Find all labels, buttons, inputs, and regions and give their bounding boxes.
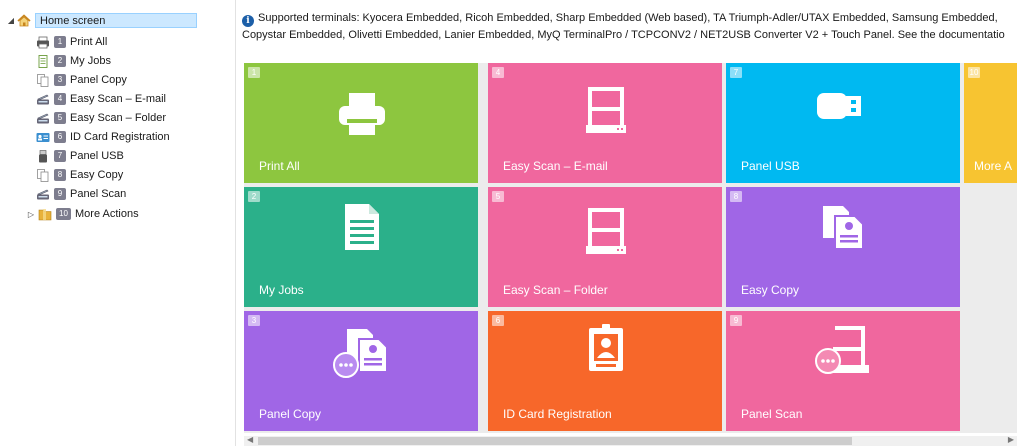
printer-icon: [339, 93, 385, 135]
tree-item-number: 6: [54, 131, 66, 143]
info-icon: i: [242, 15, 254, 27]
expand-arrow-icon[interactable]: ◢: [6, 16, 16, 25]
tree-item-more-actions[interactable]: ▷ 10 More Actions: [26, 205, 139, 223]
supported-terminals-info: i Supported terminals: Kyocera Embedded, …: [242, 10, 1032, 50]
tile-print-all[interactable]: 1 Print All: [244, 63, 478, 183]
tree-item-panel-usb[interactable]: 7 Panel USB: [36, 147, 124, 165]
tile-easy-scan-email[interactable]: 4 Easy Scan – E-mail: [488, 63, 722, 183]
tree-item-label: More Actions: [75, 208, 139, 220]
copy-icon: [823, 206, 864, 250]
tree-item-panel-scan[interactable]: 9 Panel Scan: [36, 185, 126, 203]
info-line-1: Supported terminals: Kyocera Embedded, R…: [258, 12, 998, 24]
tree-item-print-all[interactable]: 1 Print All: [36, 33, 107, 51]
tree-item-label: Easy Copy: [70, 169, 124, 181]
scanner-icon: [586, 208, 626, 254]
tile-label: Panel USB: [741, 159, 800, 173]
tree-item-number: 9: [54, 188, 66, 200]
home-icon: [17, 13, 31, 26]
tile-more-actions[interactable]: 10 More A: [964, 63, 1017, 183]
tree-item-number: 1: [54, 36, 66, 48]
printer-icon: [37, 36, 49, 48]
tile-number: 4: [492, 67, 504, 78]
tree-item-number: 4: [54, 93, 66, 105]
tile-number: 8: [730, 191, 742, 202]
tile-easy-copy[interactable]: 8 Easy Copy: [726, 187, 960, 307]
usb-icon: [817, 93, 861, 119]
tile-label: Easy Scan – E-mail: [503, 159, 608, 173]
tree-item-id-card-registration[interactable]: 6 ID Card Registration: [36, 128, 170, 146]
tile-panel-scan[interactable]: 9 Panel Scan: [726, 311, 960, 431]
tile-number: 5: [492, 191, 504, 202]
tile-panel-copy[interactable]: 3 Panel Copy: [244, 311, 478, 431]
tile-number: 9: [730, 315, 742, 326]
copy-icon: [37, 73, 49, 87]
scanner-icon: [586, 87, 626, 133]
tree-item-my-jobs[interactable]: 2 My Jobs: [36, 52, 111, 70]
tile-number: 6: [492, 315, 504, 326]
scroll-right-icon[interactable]: ▶: [1008, 435, 1014, 444]
tile-id-card-registration[interactable]: 6 ID Card Registration: [488, 311, 722, 431]
collapsed-arrow-icon[interactable]: ▷: [26, 210, 36, 219]
document-icon: [345, 204, 379, 250]
tile-label: More A: [974, 159, 1013, 173]
home-screen-tree: ◢ Home screen 1 Print All 2 My Jobs 3 Pa…: [0, 0, 236, 446]
scanner-icon: [37, 189, 49, 199]
tree-item-label: Easy Scan – Folder: [70, 112, 166, 124]
tree-root-label: Home screen: [35, 12, 197, 28]
tile-label: Panel Copy: [259, 407, 322, 421]
tile-easy-scan-folder[interactable]: 5 Easy Scan – Folder: [488, 187, 722, 307]
tree-item-label: Easy Scan – E-mail: [70, 93, 166, 105]
horizontal-scrollbar[interactable]: ◀ ▶: [244, 435, 1017, 446]
tree-item-label: Panel USB: [70, 150, 124, 162]
tile-number: 2: [248, 191, 260, 202]
info-line-2: Copystar Embedded, Olivetti Embedded, La…: [242, 29, 1005, 41]
tile-label: Panel Scan: [741, 407, 803, 421]
scrollbar-thumb[interactable]: [258, 437, 852, 445]
tree-item-number: 8: [54, 169, 66, 181]
tile-number: 7: [730, 67, 742, 78]
tile-panel-usb[interactable]: 7 Panel USB: [726, 63, 960, 183]
tree-item-label: Print All: [70, 36, 108, 48]
document-icon: [38, 54, 48, 68]
tile-number: 10: [968, 67, 980, 78]
id-card-icon: [589, 324, 623, 371]
tile-number: 1: [248, 67, 260, 78]
tree-item-label: ID Card Registration: [70, 131, 170, 143]
tile-label: Easy Scan – Folder: [503, 283, 608, 297]
tree-item-label: Panel Scan: [70, 188, 127, 200]
tree-item-number: 7: [54, 150, 66, 162]
tree-item-label: My Jobs: [70, 55, 111, 67]
tree-item-number: 3: [54, 74, 66, 86]
tile-my-jobs[interactable]: 2 My Jobs: [244, 187, 478, 307]
tile-label: My Jobs: [259, 283, 304, 297]
usb-icon: [39, 149, 47, 162]
scroll-left-icon[interactable]: ◀: [247, 435, 253, 444]
panel-copy-icon: [333, 329, 388, 378]
tree-root-home-screen[interactable]: ◢ Home screen: [6, 11, 197, 29]
copy-icon: [37, 168, 49, 182]
tile-number: 3: [248, 315, 260, 326]
tree-item-easy-scan-email[interactable]: 4 Easy Scan – E-mail: [36, 90, 166, 108]
id-card-icon: [36, 132, 50, 142]
tile-label: Print All: [259, 159, 300, 173]
tree-item-number: 10: [56, 208, 71, 220]
tree-item-easy-copy[interactable]: 8 Easy Copy: [36, 166, 123, 184]
folder-icon: [38, 208, 52, 220]
tile-grid: 1 Print All 4 Easy Scan – E-mail 7 Panel…: [244, 63, 1017, 433]
tree-item-easy-scan-folder[interactable]: 5 Easy Scan – Folder: [36, 109, 166, 127]
panel-scan-icon: [815, 326, 869, 374]
tree-item-label: Panel Copy: [70, 74, 127, 86]
scanner-icon: [37, 113, 49, 123]
scanner-icon: [37, 94, 49, 104]
tree-item-number: 2: [54, 55, 66, 67]
tile-label: Easy Copy: [741, 283, 800, 297]
tree-item-panel-copy[interactable]: 3 Panel Copy: [36, 71, 127, 89]
tile-label: ID Card Registration: [503, 407, 612, 421]
tree-item-number: 5: [54, 112, 66, 124]
